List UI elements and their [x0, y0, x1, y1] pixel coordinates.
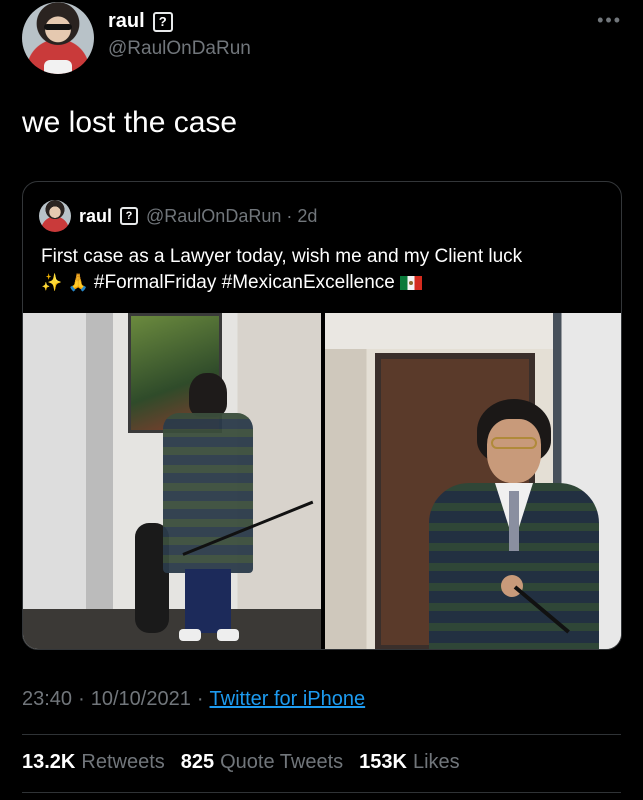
quoted-text-line2: ✨ 🙏 #FormalFriday #MexicanExcellence [41, 270, 611, 296]
author-handle[interactable]: @RaulOnDaRun [108, 38, 251, 60]
photo-left[interactable] [23, 313, 321, 649]
tweet-date: 10/10/2021 [90, 688, 191, 710]
plaid-coat [163, 413, 253, 573]
person-left [163, 373, 253, 643]
hashtags[interactable]: #FormalFriday #MexicanExcellence [94, 272, 395, 293]
door-left [23, 313, 113, 649]
person-right [429, 399, 599, 649]
separator: · [78, 688, 85, 710]
name-row: raul ? [108, 10, 173, 33]
divider [22, 792, 621, 793]
unknown-emoji-icon: ? [152, 11, 173, 32]
more-options-icon[interactable]: ••• [597, 10, 622, 31]
tweet-text: we lost the case [22, 106, 238, 139]
quoted-display-name[interactable]: raul [79, 206, 112, 227]
author-display-name[interactable]: raul [108, 10, 145, 33]
divider [22, 734, 621, 735]
quoted-text: First case as a Lawyer today, wish me an… [41, 244, 611, 296]
quote-tweets-stat[interactable]: 825 Quote Tweets [181, 751, 343, 774]
quoted-header: raul ? @RaulOnDaRun · 2d [39, 200, 317, 232]
quoted-text-line1: First case as a Lawyer today, wish me an… [41, 246, 523, 267]
mexico-flag-icon [400, 276, 423, 290]
unknown-emoji-icon: ? [120, 207, 139, 225]
quoted-tweet[interactable]: raul ? @RaulOnDaRun · 2d First case as a… [22, 181, 622, 650]
sparkles-icon: ✨ [41, 273, 63, 292]
tweet-header: raul ? @RaulOnDaRun ••• [22, 0, 622, 80]
retweets-count: 13.2K [22, 751, 76, 773]
separator: · [196, 688, 204, 710]
tweet-meta: 23:40 · 10/10/2021 · Twitter for iPhone [22, 688, 365, 711]
quote-tweets-label: Quote Tweets [220, 751, 344, 773]
shoe [217, 629, 239, 641]
pray-icon: 🙏 [67, 273, 89, 292]
retweets-label: Retweets [81, 751, 165, 773]
quoted-avatar[interactable] [39, 200, 71, 232]
quoted-handle-time: @RaulOnDaRun · 2d [146, 205, 318, 226]
quote-tweets-count: 825 [180, 751, 215, 773]
retweets-stat[interactable]: 13.2K Retweets [22, 751, 165, 774]
tweet-time: 23:40 [22, 688, 73, 710]
likes-stat[interactable]: 153K Likes [359, 751, 460, 774]
tie [509, 491, 519, 551]
pants [185, 569, 231, 633]
quoted-media [23, 313, 621, 649]
likes-label: Likes [412, 751, 460, 773]
sunglasses [44, 24, 72, 30]
photo-right[interactable] [325, 313, 621, 649]
likes-count: 153K [359, 751, 407, 773]
shoe [179, 629, 201, 641]
glasses [491, 437, 537, 449]
tweet-source-link[interactable]: Twitter for iPhone [210, 688, 366, 711]
tweet-stats: 13.2K Retweets 825 Quote Tweets 153K Likes [22, 751, 460, 774]
avatar-shirt [44, 60, 72, 74]
face [487, 419, 541, 483]
hair [189, 373, 227, 417]
avatar[interactable] [22, 2, 94, 74]
